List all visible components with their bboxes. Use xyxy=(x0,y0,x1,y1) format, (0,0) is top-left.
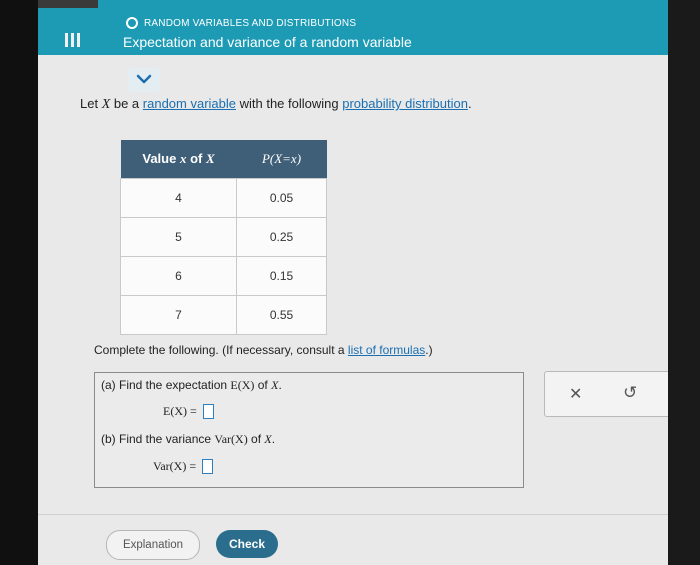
topic-label: RANDOM VARIABLES AND DISTRIBUTIONS xyxy=(144,17,357,29)
question-b-text: of xyxy=(247,432,265,446)
chevron-down-icon xyxy=(136,74,152,84)
instructions: Complete the following. (If necessary, c… xyxy=(94,343,433,357)
question-a-text: (a) Find the expectation xyxy=(101,378,231,392)
page-title: Expectation and variance of a random var… xyxy=(123,34,412,50)
expectation-input[interactable] xyxy=(202,404,214,419)
question-a-text: of xyxy=(254,378,272,392)
bezel-left xyxy=(0,0,38,565)
question-b-expr: Var(X) xyxy=(214,432,248,446)
random-variable-link[interactable]: random variable xyxy=(143,96,236,111)
cell-x: 5 xyxy=(120,217,237,257)
header-text: Value xyxy=(142,151,180,166)
problem-text: be a xyxy=(110,96,143,111)
cell-p: 0.55 xyxy=(236,295,327,335)
table-row: 6 0.15 xyxy=(120,256,327,296)
header-var-X: X xyxy=(205,151,215,166)
table-header-probability: P(X=x) xyxy=(236,140,327,179)
instructions-text: .) xyxy=(425,343,433,357)
question-b: (b) Find the variance Var(X) of X. xyxy=(101,432,275,447)
cell-x: 4 xyxy=(120,178,237,218)
divider xyxy=(38,514,668,515)
question-a: (a) Find the expectation E(X) of X. xyxy=(101,378,282,393)
instructions-text: Complete the following. (If necessary, c… xyxy=(94,343,348,357)
header-text: of xyxy=(186,151,206,166)
problem-text: Let xyxy=(80,96,102,111)
formulas-link[interactable]: list of formulas xyxy=(348,343,425,357)
cell-p: 0.15 xyxy=(236,256,327,296)
menu-icon[interactable] xyxy=(62,33,84,51)
answer-tools: ✕ ↺ xyxy=(544,371,668,417)
table-row: 5 0.25 xyxy=(120,217,327,257)
topic-row: RANDOM VARIABLES AND DISTRIBUTIONS xyxy=(126,17,356,29)
expectation-row: E(X) = xyxy=(163,404,214,419)
check-button[interactable]: Check xyxy=(216,530,278,558)
header-prob: P(X=x) xyxy=(261,151,302,166)
problem-text: with the following xyxy=(236,96,343,111)
top-strip xyxy=(38,0,98,8)
variance-input[interactable] xyxy=(202,459,214,474)
variance-row: Var(X) = xyxy=(153,459,214,474)
undo-icon[interactable]: ↺ xyxy=(623,383,637,403)
close-icon[interactable]: ✕ xyxy=(569,384,582,404)
collapse-toggle[interactable] xyxy=(128,68,160,92)
cell-x: 7 xyxy=(120,295,237,335)
cell-x: 6 xyxy=(120,256,237,296)
header-bar: RANDOM VARIABLES AND DISTRIBUTIONS Expec… xyxy=(38,0,668,55)
problem-statement: Let X be a random variable with the foll… xyxy=(80,96,472,113)
expectation-label: E(X) = xyxy=(163,404,197,418)
probability-distribution-link[interactable]: probability distribution xyxy=(342,96,468,111)
cell-p: 0.05 xyxy=(236,178,327,218)
cell-p: 0.25 xyxy=(236,217,327,257)
question-a-text: . xyxy=(278,378,282,392)
explanation-button[interactable]: Explanation xyxy=(106,530,200,560)
screen: RANDOM VARIABLES AND DISTRIBUTIONS Expec… xyxy=(38,0,668,565)
question-b-text: . xyxy=(271,432,276,446)
question-b-text: (b) Find the variance xyxy=(101,432,215,446)
answer-box: (a) Find the expectation E(X) of X. E(X)… xyxy=(94,372,524,488)
table-row: 4 0.05 xyxy=(120,178,327,218)
problem-text: . xyxy=(467,96,472,111)
distribution-table: Value x of X P(X=x) 4 0.05 5 0.25 6 0.15 xyxy=(120,140,327,335)
variable-x: X xyxy=(101,97,111,112)
bezel-right xyxy=(668,0,700,565)
table-row: 7 0.55 xyxy=(120,295,327,335)
table-header-value: Value x of X xyxy=(120,140,237,179)
question-b-var: X xyxy=(264,432,272,446)
circle-icon xyxy=(126,17,138,29)
question-a-expr: E(X) xyxy=(230,378,255,392)
variance-label: Var(X) = xyxy=(153,459,197,473)
